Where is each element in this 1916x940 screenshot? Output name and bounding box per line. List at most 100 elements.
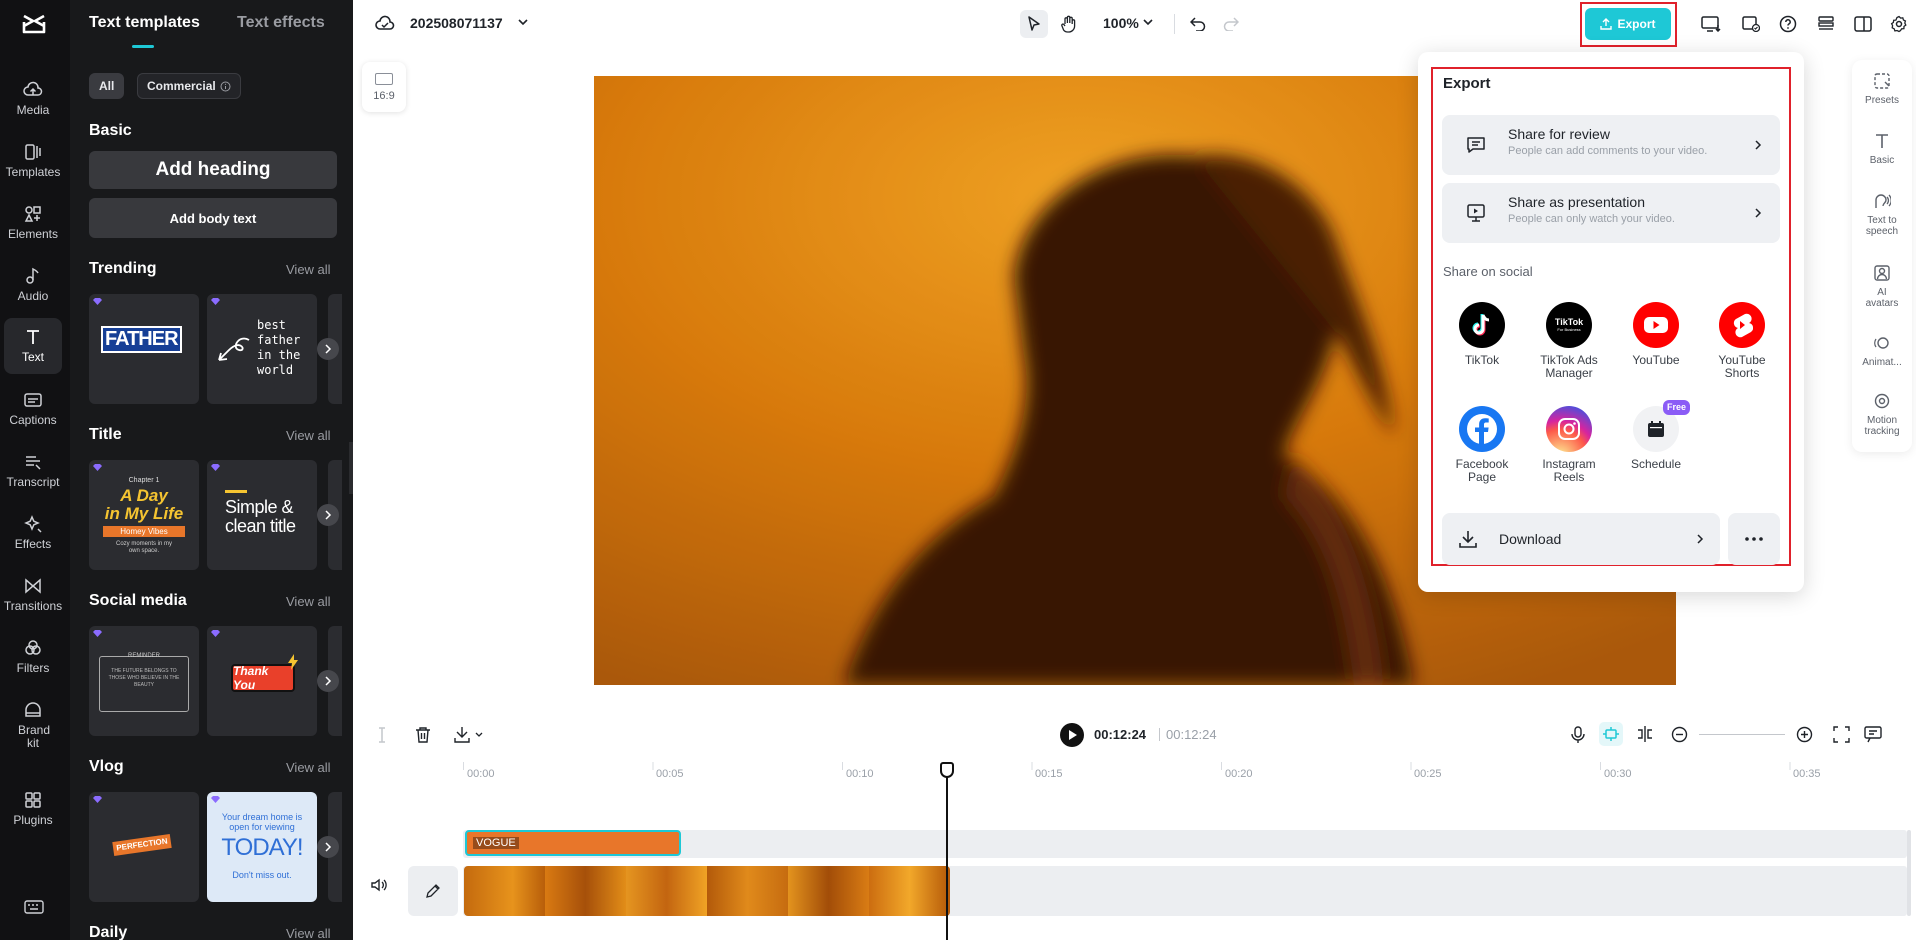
share-youtube-button[interactable]: YouTube (1616, 302, 1696, 367)
rail-item-text[interactable]: Text (4, 318, 62, 374)
share-facebook-button[interactable]: Facebook Page (1442, 406, 1522, 484)
share-instagram-button[interactable]: Instagram Reels (1529, 406, 1609, 484)
project-name[interactable]: 202508071137 (410, 15, 503, 31)
card-text: Simple & (225, 497, 294, 517)
aspect-ratio-button[interactable]: 16:9 (362, 62, 406, 112)
volume-icon[interactable] (371, 878, 387, 892)
template-card-best-father[interactable]: best father in the world (207, 294, 317, 404)
card-text: in My Life (104, 504, 184, 523)
tiktok-ads-text: TikTok (1554, 316, 1584, 327)
card-text: in the (257, 348, 301, 362)
rail-item-ai-avatars[interactable]: AI avatars (1852, 264, 1912, 309)
view-all-daily[interactable]: View all (286, 926, 331, 940)
layout-button[interactable] (1849, 10, 1877, 38)
scroll-right-button[interactable] (317, 504, 339, 526)
scroll-right-button[interactable] (317, 670, 339, 692)
rail-item-templates[interactable]: Templates (4, 142, 62, 179)
undo-button[interactable] (1184, 10, 1212, 38)
rail-item-filters[interactable]: Filters (4, 638, 62, 675)
rail-item-transcript[interactable]: Transcript (4, 452, 62, 489)
microphone-icon[interactable] (1571, 726, 1585, 744)
chevron-down-icon[interactable] (1143, 19, 1153, 27)
rail-item-plugins[interactable]: Plugins (4, 790, 62, 827)
share-for-review-row[interactable]: Share for review People can add comments… (1442, 115, 1780, 175)
template-card-perfection[interactable]: PERFECTION (89, 792, 199, 902)
share-youtube-shorts-button[interactable]: YouTube Shorts (1702, 302, 1782, 380)
scroll-right-button[interactable] (317, 338, 339, 360)
cloud-sync-icon[interactable] (375, 14, 395, 32)
filter-commercial[interactable]: Commercial (137, 73, 241, 99)
zoom-out-icon[interactable] (1671, 726, 1688, 743)
settings-button[interactable] (1885, 10, 1913, 38)
scroll-right-button[interactable] (317, 836, 339, 858)
share-tiktok-ads-button[interactable]: TikTok For Business TikTok Ads Manager (1529, 302, 1609, 380)
layers-button[interactable] (1812, 10, 1840, 38)
template-card-father[interactable]: FATHER (89, 294, 199, 404)
template-card-thank-you[interactable]: Thank You (207, 626, 317, 736)
rail-item-effects[interactable]: Effects (4, 514, 62, 551)
share-schedule-button[interactable]: Free Schedule (1616, 400, 1696, 471)
play-button[interactable] (1060, 723, 1084, 747)
capcut-logo-icon[interactable] (21, 12, 47, 36)
more-options-button[interactable] (1728, 513, 1780, 565)
rail-item-presets[interactable]: Presets (1852, 72, 1912, 106)
cover-edit-button[interactable] (408, 866, 458, 916)
tab-text-templates[interactable]: Text templates (89, 14, 200, 32)
review-button[interactable] (1737, 10, 1765, 38)
split-cursor-icon[interactable] (377, 727, 387, 743)
video-clip[interactable] (464, 866, 950, 916)
vertical-scrollbar[interactable] (1907, 830, 1911, 916)
zoom-slider-track[interactable] (1699, 734, 1785, 735)
help-button[interactable] (1774, 10, 1802, 38)
video-thumbnail (464, 866, 545, 916)
rail-item-media[interactable]: Media (4, 80, 62, 117)
hand-tool-button[interactable] (1055, 10, 1083, 38)
template-card-reminder[interactable]: REMINDER THE FUTURE BELONGS TO THOSE WHO… (89, 626, 199, 736)
rail-item-animation[interactable]: Animat... (1852, 334, 1912, 368)
tab-text-effects[interactable]: Text effects (237, 14, 325, 32)
fullscreen-icon[interactable] (1833, 726, 1850, 743)
filter-all[interactable]: All (89, 73, 125, 99)
auto-snap-button[interactable] (1599, 722, 1623, 746)
screen-record-button[interactable] (1697, 10, 1725, 38)
view-all-trending[interactable]: View all (286, 262, 331, 277)
chevron-down-icon[interactable] (475, 732, 483, 738)
redo-button[interactable] (1217, 10, 1245, 38)
split-icon[interactable] (1636, 725, 1654, 743)
download-button[interactable]: Download (1442, 513, 1720, 565)
rail-item-motion-tracking[interactable]: Motion tracking (1852, 392, 1912, 437)
card-text: Homey Vibes (103, 526, 185, 537)
zoom-level[interactable]: 100% (1103, 15, 1139, 31)
template-card-a-day[interactable]: Chapter 1 A Day in My Life Homey Vibes C… (89, 460, 199, 570)
select-tool-button[interactable] (1020, 10, 1048, 38)
template-card-simple-clean[interactable]: Simple & clean title (207, 460, 317, 570)
share-as-presentation-row[interactable]: Share as presentation People can only wa… (1442, 183, 1780, 243)
add-heading-button[interactable]: Add heading (89, 151, 337, 189)
curved-arrow-icon (218, 337, 250, 361)
delete-icon[interactable] (415, 726, 431, 743)
download-icon[interactable] (454, 726, 470, 743)
view-all-vlog[interactable]: View all (286, 760, 331, 775)
template-card-today[interactable]: Your dream home is open for viewing TODA… (207, 792, 317, 902)
view-all-social[interactable]: View all (286, 594, 331, 609)
rail-item-basic[interactable]: Basic (1852, 132, 1912, 166)
chevron-down-icon[interactable] (518, 19, 528, 27)
add-body-text-button[interactable]: Add body text (89, 198, 337, 238)
rail-item-text-to-speech[interactable]: Text to speech (1852, 192, 1912, 237)
rail-item-brand-kit[interactable]: Brand kit (4, 700, 62, 750)
playhead[interactable] (946, 764, 948, 940)
rail-item-audio[interactable]: Audio (4, 266, 62, 303)
rail-item-captions[interactable]: Captions (4, 390, 62, 427)
ruler-tick: 00:10 (846, 768, 874, 780)
timeline-ruler[interactable]: 00:00 00:05 00:10 00:15 00:20 00:25 00:3… (353, 758, 1916, 788)
zoom-in-icon[interactable] (1796, 726, 1813, 743)
view-all-title[interactable]: View all (286, 428, 331, 443)
playhead-handle[interactable] (940, 762, 954, 778)
feedback-icon[interactable] (1864, 726, 1882, 743)
rail-item-elements[interactable]: Elements (4, 204, 62, 241)
rail-item-transitions[interactable]: Transitions (4, 576, 62, 613)
presets-icon (1874, 73, 1890, 89)
text-clip-vogue[interactable]: VOGUE (465, 830, 681, 856)
keyboard-icon[interactable] (24, 900, 44, 914)
share-tiktok-button[interactable]: TikTok (1442, 302, 1522, 367)
